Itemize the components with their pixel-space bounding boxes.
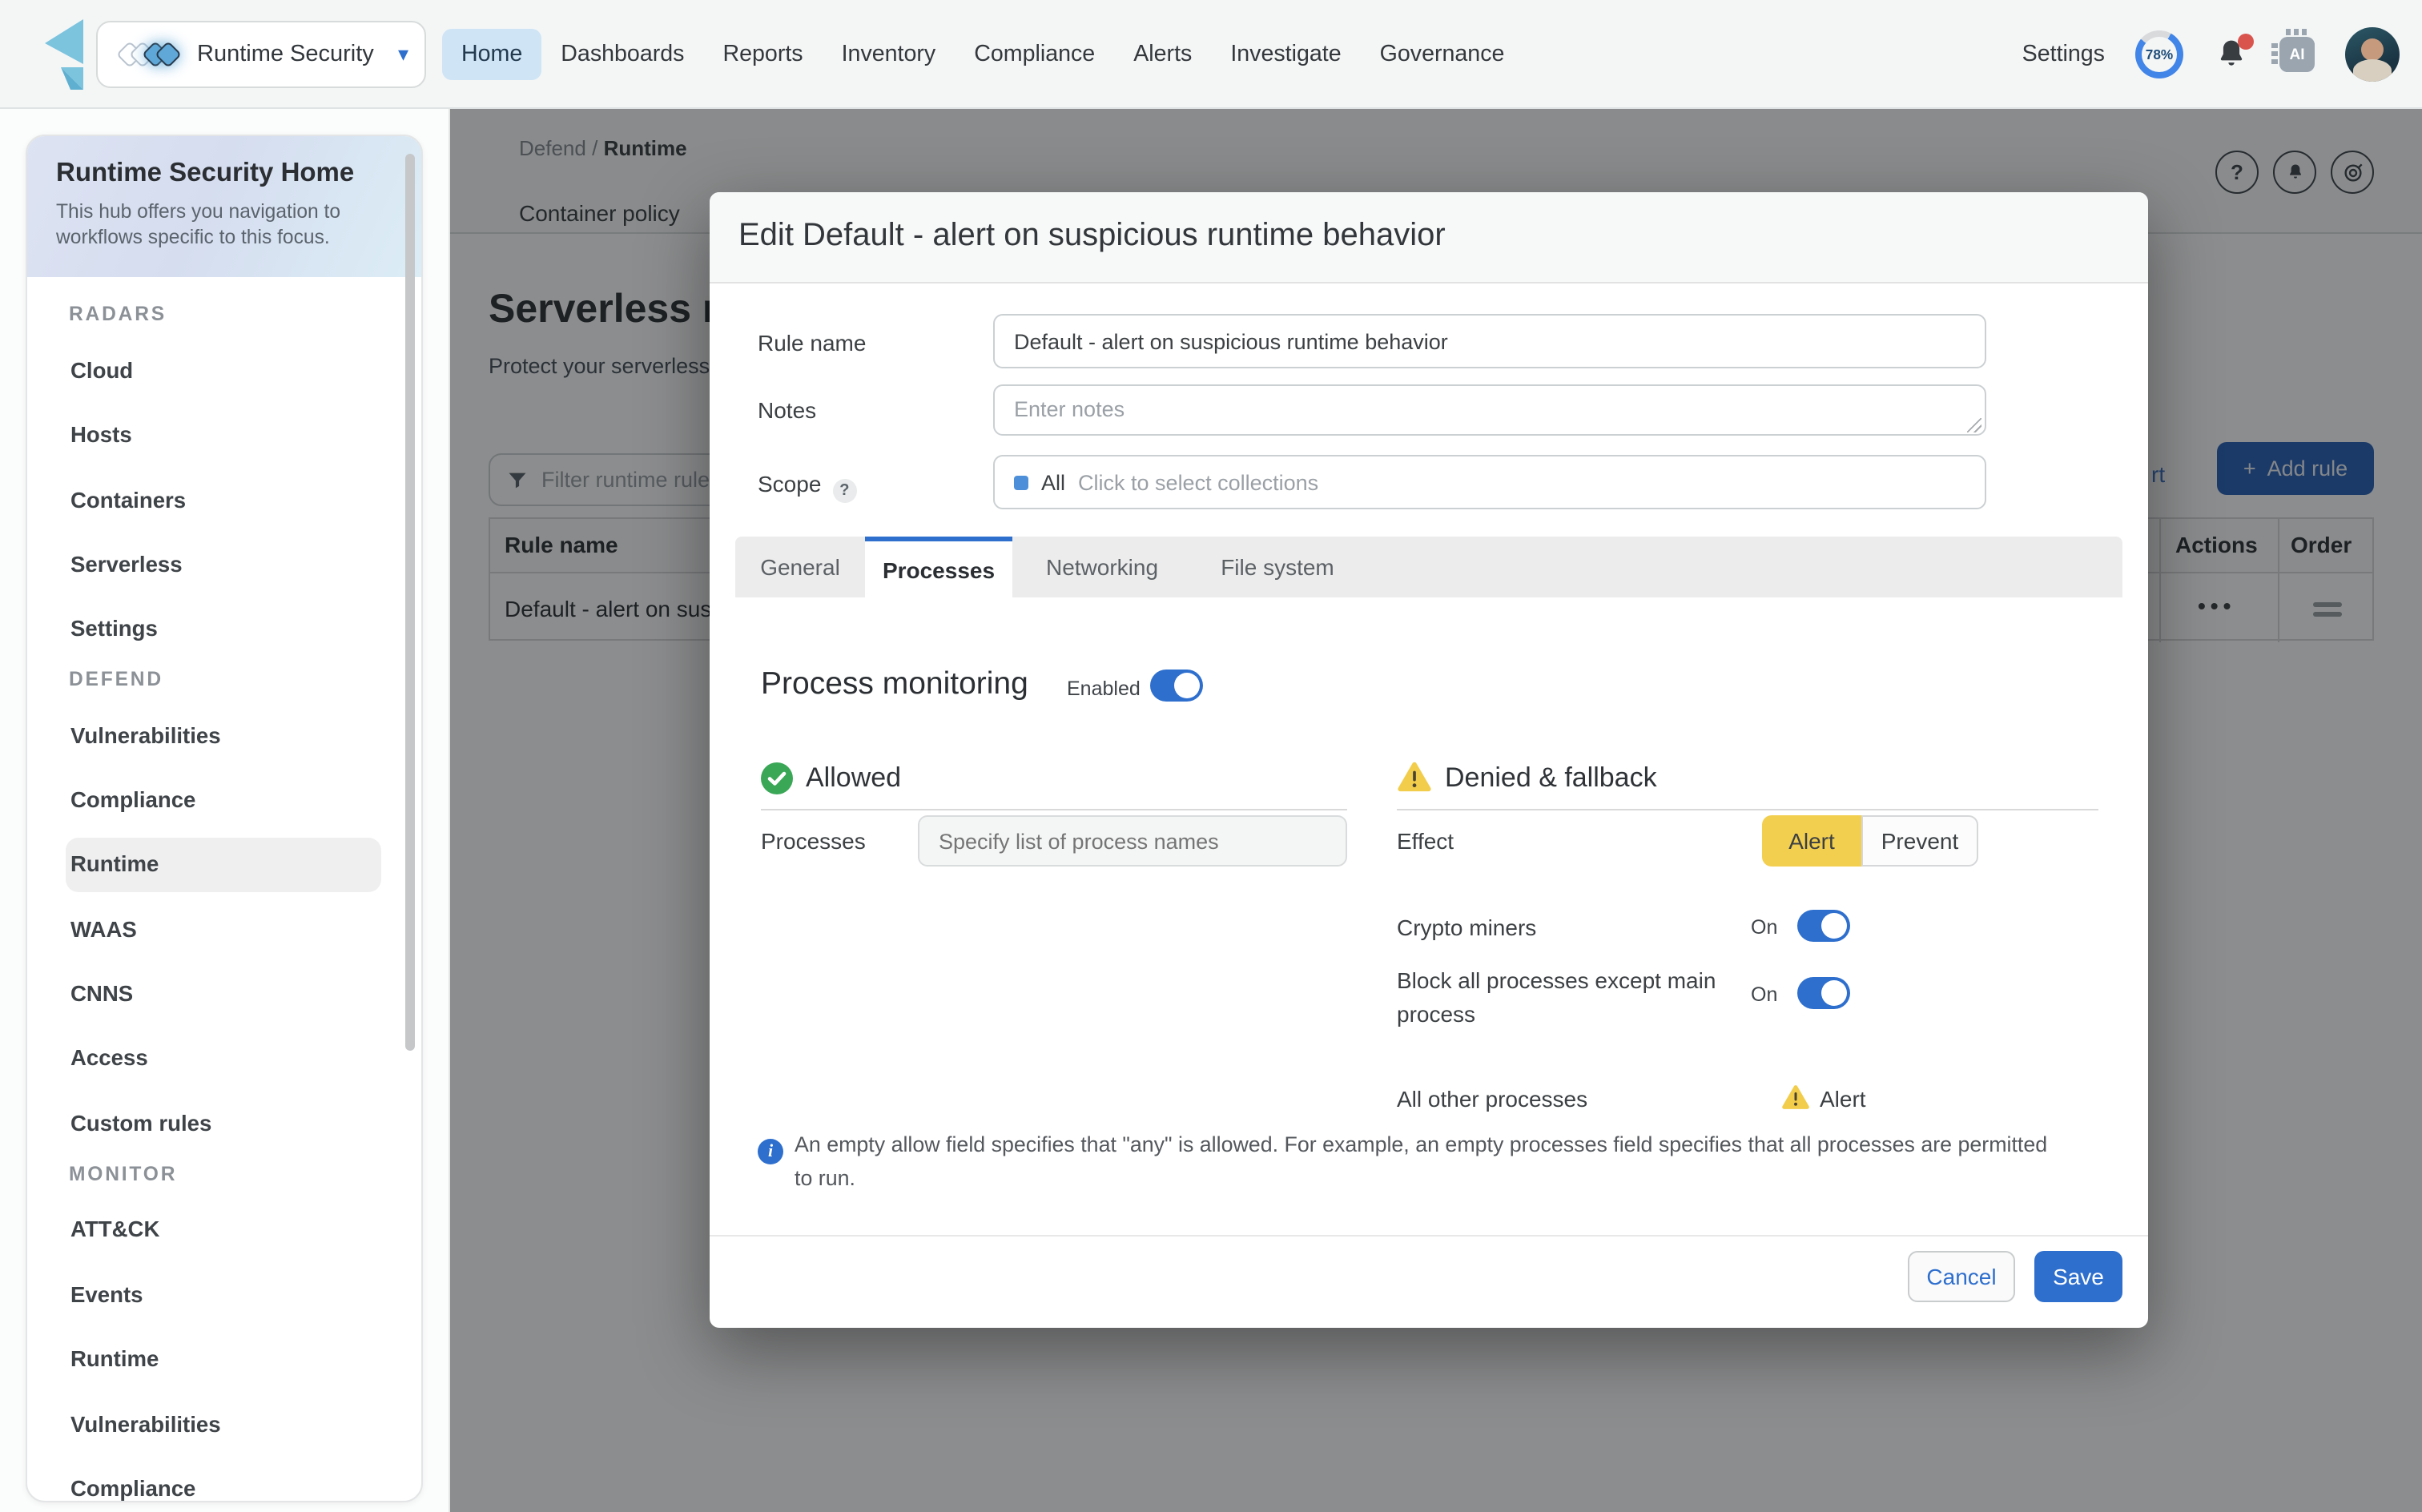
settings-link[interactable]: Settings xyxy=(2022,42,2105,67)
process-monitoring-heading: Process monitoring xyxy=(761,666,1028,703)
edit-rule-modal: Edit Default - alert on suspicious runti… xyxy=(710,192,2148,1328)
nav-governance[interactable]: Governance xyxy=(1361,29,1524,80)
notification-badge xyxy=(2238,34,2254,50)
process-monitoring-toggle[interactable] xyxy=(1150,670,1203,702)
sidebar-item-monitor-vulnerabilities[interactable]: Vulnerabilities xyxy=(66,1398,381,1453)
sidebar-item-monitor-compliance[interactable]: Compliance xyxy=(66,1462,381,1502)
top-bar-utilities: Settings 78% AI xyxy=(2022,0,2409,109)
denied-warning-icon xyxy=(1397,761,1432,793)
block-processes-state-label: On xyxy=(1751,983,1777,1006)
denied-fallback-heading: Denied & fallback xyxy=(1445,762,1657,794)
allowed-check-icon xyxy=(761,762,793,794)
textarea-resize-handle[interactable] xyxy=(1967,418,1981,432)
sidebar-item-settings[interactable]: Settings xyxy=(66,602,381,657)
scope-collections-field[interactable]: All Click to select collections xyxy=(993,455,1986,509)
brand-logo-icon[interactable] xyxy=(32,16,96,93)
allowed-divider xyxy=(761,809,1347,810)
section-radars: RADARS xyxy=(69,303,167,325)
footer-divider xyxy=(710,1235,2148,1237)
sidebar-item-compliance[interactable]: Compliance xyxy=(66,774,381,828)
sidebar-item-events[interactable]: Events xyxy=(66,1269,381,1323)
fallback-effect-value: Alert xyxy=(1820,1086,1866,1112)
runtime-security-hub-card: Runtime Security Home This hub offers yo… xyxy=(26,135,423,1502)
sidebar-scrollbar[interactable] xyxy=(405,154,415,1051)
scope-value: All xyxy=(1041,470,1065,494)
sidebar-item-hosts[interactable]: Hosts xyxy=(66,408,381,463)
user-avatar[interactable] xyxy=(2345,27,2400,82)
tab-networking[interactable]: Networking xyxy=(1012,537,1192,597)
effect-label: Effect xyxy=(1397,828,1454,854)
sidebar-item-serverless[interactable]: Serverless xyxy=(66,538,381,593)
nav-home[interactable]: Home xyxy=(442,29,541,80)
sidebar-item-vulnerabilities[interactable]: Vulnerabilities xyxy=(66,710,381,764)
rule-name-input[interactable] xyxy=(993,314,1986,368)
block-processes-label: Block all processes except main process xyxy=(1397,964,1741,1031)
credits-percent-label: 78% xyxy=(2146,46,2173,62)
scope-placeholder: Click to select collections xyxy=(1078,470,1318,494)
info-icon: i xyxy=(758,1139,783,1164)
crypto-miners-toggle[interactable] xyxy=(1797,910,1850,942)
nav-reports[interactable]: Reports xyxy=(703,29,822,80)
tab-processes[interactable]: Processes xyxy=(865,537,1012,597)
sidebar-item-waas[interactable]: WAAS xyxy=(66,903,381,958)
scope-label-text: Scope xyxy=(758,471,821,497)
info-note: An empty allow field specifies that "any… xyxy=(795,1128,2060,1195)
process-monitoring-state-label: Enabled xyxy=(1067,678,1141,700)
save-button[interactable]: Save xyxy=(2034,1251,2122,1302)
section-monitor: MONITOR xyxy=(69,1163,177,1185)
chevron-down-icon: ▾ xyxy=(398,42,408,67)
primary-nav: Home Dashboards Reports Inventory Compli… xyxy=(442,0,1523,109)
hub-card-header: Runtime Security Home This hub offers yo… xyxy=(27,136,421,277)
tab-general[interactable]: General xyxy=(735,537,865,597)
effect-option-prevent[interactable]: Prevent xyxy=(1861,815,1978,867)
sidebar-item-cnns[interactable]: CNNS xyxy=(66,967,381,1022)
effect-option-alert[interactable]: Alert xyxy=(1762,815,1861,867)
app-window: Runtime Security ▾ Home Dashboards Repor… xyxy=(0,0,2422,1512)
scope-help-icon[interactable]: ? xyxy=(832,479,856,503)
sidebar-item-attck[interactable]: ATT&CK xyxy=(66,1203,381,1257)
sidebar-item-containers[interactable]: Containers xyxy=(66,474,381,529)
fallback-alert-warning-icon xyxy=(1781,1084,1810,1110)
nav-investigate[interactable]: Investigate xyxy=(1211,29,1360,80)
modal-tab-bar: General Processes Networking File system xyxy=(735,537,2122,597)
sidebar-item-runtime[interactable]: Runtime xyxy=(66,838,381,892)
sidebar-item-monitor-runtime[interactable]: Runtime xyxy=(66,1333,381,1387)
tab-file-system[interactable]: File system xyxy=(1192,537,1363,597)
credits-progress-ring[interactable]: 78% xyxy=(2135,30,2183,78)
nav-compliance[interactable]: Compliance xyxy=(955,29,1114,80)
modal-header: Edit Default - alert on suspicious runti… xyxy=(710,192,2148,284)
modal-title: Edit Default - alert on suspicious runti… xyxy=(738,218,1446,255)
notes-textarea[interactable] xyxy=(993,384,1986,436)
block-processes-toggle[interactable] xyxy=(1797,977,1850,1009)
top-bar: Runtime Security ▾ Home Dashboards Repor… xyxy=(0,0,2422,109)
crypto-miners-state-label: On xyxy=(1751,916,1777,939)
all-other-processes-label: All other processes xyxy=(1397,1086,1587,1112)
ai-chip-label: AI xyxy=(2290,46,2305,63)
scope-label: Scope? xyxy=(758,471,856,503)
hub-title: Runtime Security Home xyxy=(56,159,392,189)
section-defend: DEFEND xyxy=(69,668,163,690)
hub-description: This hub offers you navigation to workfl… xyxy=(56,199,370,251)
ai-assistant-icon[interactable]: AI xyxy=(2279,37,2315,72)
allowed-processes-input[interactable] xyxy=(918,815,1347,867)
nav-alerts[interactable]: Alerts xyxy=(1114,29,1211,80)
collection-color-icon xyxy=(1014,475,1028,489)
allowed-heading: Allowed xyxy=(806,762,901,794)
crypto-miners-label: Crypto miners xyxy=(1397,915,1536,940)
product-switcher-label: Runtime Security xyxy=(197,42,374,67)
sidebar-item-cloud[interactable]: Cloud xyxy=(66,344,381,399)
product-switcher[interactable]: Runtime Security ▾ xyxy=(96,21,426,88)
sidebar-item-custom-rules[interactable]: Custom rules xyxy=(66,1097,381,1152)
denied-divider xyxy=(1397,809,2098,810)
allowed-processes-label: Processes xyxy=(761,828,866,854)
effect-segmented-control: Alert Prevent xyxy=(1762,815,1978,867)
notes-label: Notes xyxy=(758,397,816,423)
sidebar-item-access[interactable]: Access xyxy=(66,1031,381,1086)
cancel-button[interactable]: Cancel xyxy=(1908,1251,2015,1302)
notifications-bell-icon[interactable] xyxy=(2214,37,2249,72)
nav-inventory[interactable]: Inventory xyxy=(823,29,956,80)
sidebar: Runtime Security Home This hub offers yo… xyxy=(0,109,450,1512)
rule-name-label: Rule name xyxy=(758,330,866,356)
nav-dashboards[interactable]: Dashboards xyxy=(541,29,703,80)
